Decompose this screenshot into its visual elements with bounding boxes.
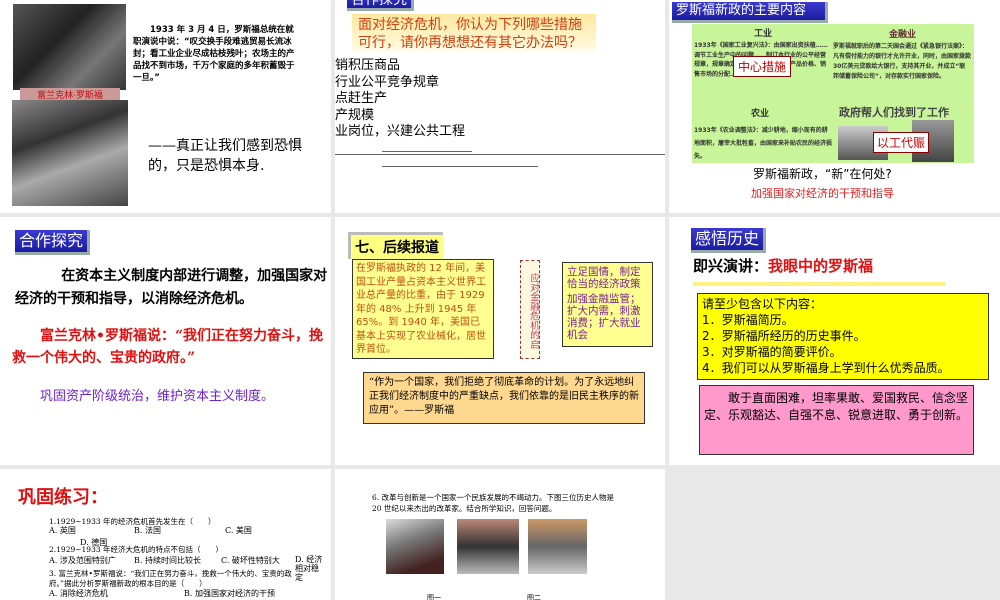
question-2: 2.1929~1933 年经济大危机的特点不包括（ ） <box>49 545 223 554</box>
option: 业岗位，兴建公共工程 <box>335 124 466 139</box>
work-relief-badge: 以工代赈 <box>873 132 930 153</box>
inspiration-label: 应对金融危机的启 <box>520 260 540 359</box>
speech-heading: 即兴演讲：我眼中的罗斯福 <box>693 255 945 286</box>
requirement-item: 2．罗斯福所经历的历史事件。 <box>702 329 866 343</box>
finance-heading: 金融业 <box>889 30 917 40</box>
slide-title: 巩固练习： <box>18 487 108 508</box>
statistics-box: 在罗斯福执政的 12 年间，美国工业产量占资本主义世界工业总产量的比重，由于 1… <box>352 259 494 359</box>
option: 产规模 <box>335 107 375 123</box>
figure-caption: 图二 <box>527 594 541 600</box>
q1-option: A. 英国 <box>49 526 76 535</box>
requirement-item: 1．罗斯福简历。 <box>702 313 794 327</box>
policy-title: 立足国情，制定恰当的经济政策 <box>567 266 641 290</box>
reformer-photo-2 <box>457 519 519 574</box>
roosevelt-quote: 富兰克林•罗斯福说：“我们正在努力奋斗，挽救一个伟大的、宝贵的政府。” <box>12 328 323 366</box>
portrait-caption: 富兰克林·罗斯福 <box>20 88 120 100</box>
figure-caption: 图一 <box>427 594 441 600</box>
jobs-heading: 政府帮人们找到了工作 <box>839 106 949 119</box>
policy-body: 加强金融监管；扩大内需，刺激消费；扩大就业机会 <box>567 293 641 341</box>
q2-option: A. 涉及范围特别广 <box>49 556 116 565</box>
conclusion-text: 巩固资产阶级统治，维护资本主义制度。 <box>40 389 275 404</box>
reformer-photo-3 <box>528 519 587 574</box>
roosevelt-wheelchair-photo <box>12 100 128 206</box>
option: 行业公平竞争规章 <box>335 74 440 90</box>
slide-title: 七、后续报道 <box>348 232 443 259</box>
slide-title: 罗斯福新政的主要内容 <box>672 2 828 23</box>
requirements-intro: 请至少包含以下内容： <box>702 297 823 311</box>
slide-8[interactable]: 6. 改革与创新是一个国家一个民族发展的不竭动力。下图三位历史人物是 20 世纪… <box>335 469 665 600</box>
policy-box: 立足国情，制定恰当的经济政策 加强金融监管；扩大内需，刺激消费；扩大就业机会 <box>562 262 653 347</box>
paragraph-adjustment: 在资本主义制度内部进行调整，加强国家对经济的干预和指导，以消除经济危机。 <box>15 268 328 307</box>
qualities-box: 敢于直面困难，坦率果敢、爱国救民、信念坚定、乐观豁达、自强不息、锐意进取、勇于创… <box>699 385 974 455</box>
slide-7[interactable]: 巩固练习： 1.1929~1933 年的经济危机首先发生在（ ） A. 英国 B… <box>0 469 331 600</box>
answer-line <box>382 151 472 152</box>
question-3: 3. 富兰克林•罗斯福说：“我们正在努力奋斗，挽救一个伟大的、宝贵的政府。”据此… <box>49 569 292 588</box>
requirement-item: 4．我们可以从罗斯福身上学到什么优秀品质。 <box>702 361 950 375</box>
speech-label: 即兴演讲： <box>693 257 769 275</box>
slide-title: 合作探究 <box>15 230 91 255</box>
option: 点赶生产 <box>335 91 388 106</box>
agriculture-text: 1933年《农业调整法》：减少耕地，缩小现有的耕地面积，屠宰大批牲畜，由国家来补… <box>694 127 833 160</box>
central-measure-badge: 中心措施 <box>733 56 792 77</box>
agriculture-heading: 农业 <box>751 109 770 119</box>
q1-option: C. 美国 <box>225 526 252 535</box>
requirement-item: 3．对罗斯福的简要评价。 <box>702 345 842 359</box>
speech-topic: 我眼中的罗斯福 <box>768 257 874 275</box>
q2-option: C. 破坏性特别大 <box>221 556 280 565</box>
slide-title: 合作探究 <box>347 0 414 11</box>
q3-option: A. 消除经济危机 <box>49 589 108 598</box>
requirements-box: 请至少包含以下内容： 1．罗斯福简历。 2．罗斯福所经历的历史事件。 3．对罗斯… <box>697 293 989 380</box>
q3-option: B. 加强国家对经济的干预 <box>184 589 275 598</box>
finance-text: 罗斯福就职后的第二天国会通过《紧急银行法案》：凡有偿付能力的银行才允许开业，同时… <box>833 43 972 80</box>
options-list: 销积压商品 行业公平竞争规章 点赶生产 产规模 业岗位，兴建公共工程 <box>335 58 465 141</box>
option: 销积压商品 <box>335 58 401 73</box>
fear-quote: ——真正让我们感到恐惧的，只是恐惧本身. <box>148 138 302 174</box>
question-text: 罗斯福新政，“新”在何处? <box>753 167 892 181</box>
inaugural-quote: 1933 年 3 月 4 日，罗斯福总统在就职演说中说：“叹交换手段难逃贸易长流… <box>133 25 295 83</box>
slide-5[interactable]: 七、后续报道 在罗斯福执政的 12 年间，美国工业产量占资本主义世界工业总产量的… <box>335 217 665 465</box>
slide-6[interactable]: 感悟历史 即兴演讲：我眼中的罗斯福 请至少包含以下内容： 1．罗斯福简历。 2．… <box>669 217 1000 465</box>
divider <box>335 154 665 155</box>
industry-heading: 工业 <box>754 29 773 39</box>
reformer-photo-1 <box>386 519 444 574</box>
answer-line <box>382 166 538 167</box>
q2-option: B. 持续时间比较长 <box>134 556 201 565</box>
slide-3[interactable]: 罗斯福新政的主要内容 工业 1933年《国家工业复兴法》：由国家出资扶植……调节… <box>669 0 1000 213</box>
roosevelt-portrait <box>13 4 126 90</box>
q1-option: B. 法国 <box>134 526 161 535</box>
answer-text: 加强国家对经济的干预和指导 <box>751 187 894 200</box>
slide-title: 感悟历史 <box>691 228 767 253</box>
slide-4[interactable]: 合作探究 在资本主义制度内部进行调整，加强国家对经济的干预和指导，以消除经济危机… <box>0 217 331 465</box>
slide-2[interactable]: 合作探究 面对经济危机，你认为下列哪些措施可行，请你再想想还有其它办法吗？ 销积… <box>335 0 665 213</box>
roosevelt-quote-box: “作为一个国家，我们拒绝了彻底革命的计划。为了永远地纠正我们经济制度中的严重缺点… <box>363 372 645 424</box>
slide-1[interactable]: 富兰克林·罗斯福 1933 年 3 月 4 日，罗斯福总统在就职演说中说：“叹交… <box>0 0 331 213</box>
question-box: 面对经济危机，你认为下列哪些措施可行，请你再想想还有其它办法吗？ <box>352 14 596 54</box>
question-6: 6. 改革与创新是一个国家一个民族发展的不竭动力。下图三位历史人物是 20 世纪… <box>372 493 615 513</box>
